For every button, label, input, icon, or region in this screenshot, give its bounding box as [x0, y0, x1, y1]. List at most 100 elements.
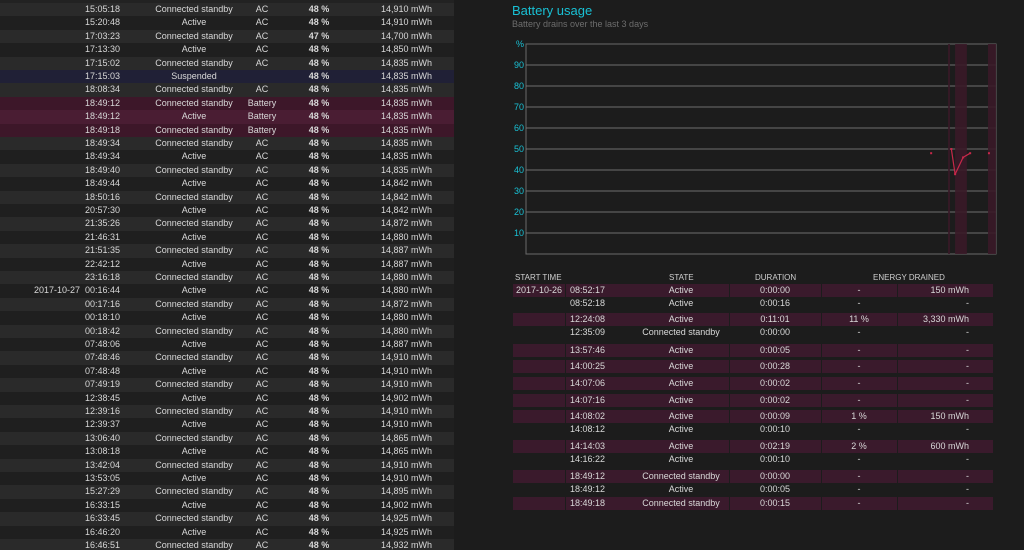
usage-state: Active [668, 314, 694, 324]
log-cap: 14,700 mWh [380, 30, 432, 41]
log-cap: 14,932 mWh [380, 540, 432, 550]
log-time: 21:35:26 [84, 218, 120, 229]
log-time: 00:16:44 [84, 285, 120, 296]
log-source: AC [255, 486, 269, 497]
usage-row: 12:24:08 Active 0:11:01 11 % 3,330 mWh [513, 313, 993, 326]
log-cap: 14,910 mWh [380, 406, 432, 416]
log-row: 17:15:03 Suspended 48 % 14,835 mWh [0, 70, 454, 84]
log-row: 13:53:05 Active AC 48 % 14,910 mWh [0, 472, 454, 486]
usage-row: 13:57:46 Active 0:00:05 - - [513, 344, 993, 357]
log-cap: 14,910 mWh [380, 4, 432, 14]
log-state: Connected standby [155, 325, 233, 336]
usage-mwh: - [966, 345, 969, 355]
battery-usage-title: Battery usage [512, 3, 593, 18]
log-source: AC [255, 272, 269, 282]
log-time: 21:51:35 [84, 245, 120, 256]
y-tick-label: 90 [514, 60, 524, 70]
log-source: AC [255, 30, 269, 41]
log-time: 07:48:06 [84, 339, 120, 349]
log-time: 12:39:16 [84, 406, 120, 416]
usage-duration: 0:00:02 [759, 378, 791, 388]
log-source: AC [255, 540, 269, 550]
log-pct: 48 % [308, 44, 330, 55]
log-time: 16:33:15 [84, 499, 120, 510]
usage-duration: 0:00:00 [759, 285, 791, 295]
usage-time: 13:57:46 [569, 345, 605, 355]
log-row: 17:15:02 Connected standby AC 48 % 14,835 mW… [0, 56, 454, 70]
drain-point [950, 148, 953, 150]
log-row: 13:08:18 Active AC 48 % 14,865 mWh [0, 445, 454, 459]
log-row: 18:49:12 Connected standby Battery 48 % 14,8… [0, 96, 454, 111]
log-state: Active [181, 111, 207, 122]
y-tick-label: 50 [514, 144, 524, 154]
log-row: 21:51:35 Connected standby AC 48 % 14,887 mW… [0, 244, 454, 258]
log-state: Connected standby [155, 352, 233, 363]
log-source: Battery [247, 124, 277, 135]
log-state: Connected standby [155, 218, 233, 229]
log-row: 21:46:31 Active AC 48 % 14,880 mWh [0, 230, 454, 245]
usage-state: Active [668, 361, 694, 371]
col-energy-drained: ENERGY DRAINED [873, 273, 945, 282]
log-state: Active [181, 419, 207, 430]
log-row: 07:48:46 Connected standby AC 48 % 14,910 mW… [0, 351, 454, 365]
usage-mwh: - [966, 327, 969, 337]
usage-mwh: 150 mWh [930, 411, 969, 421]
y-tick-label: 70 [514, 102, 524, 112]
usage-pct: - [857, 484, 861, 494]
log-state: Active [181, 473, 207, 483]
log-pct: 48 % [308, 352, 330, 363]
log-source: AC [255, 473, 269, 483]
log-pct: 48 % [308, 432, 330, 443]
log-source: AC [255, 164, 269, 175]
usage-time: 14:00:25 [569, 361, 605, 371]
usage-row: 14:08:12 Active 0:00:10 - - [513, 423, 993, 436]
usage-pct: - [857, 361, 861, 371]
log-row: 15:27:29 Connected standby AC 48 % 14,895 mW… [0, 485, 454, 499]
log-time: 00:18:10 [84, 312, 120, 323]
log-state: Connected standby [155, 245, 233, 256]
battery-band [988, 44, 996, 254]
usage-state: Active [668, 298, 694, 308]
log-row: 17:03:23 Connected standby AC 47 % 14,700 mW… [0, 29, 454, 44]
log-row: 21:35:26 Connected standby AC 48 % 14,872 mW… [0, 217, 454, 231]
log-source: AC [255, 231, 269, 242]
usage-time: 18:49:12 [569, 484, 605, 494]
log-state: Active [181, 365, 207, 376]
usage-time: 14:07:16 [569, 395, 605, 405]
log-cap: 14,835 mWh [380, 97, 432, 108]
log-source: AC [255, 499, 269, 510]
log-row: 18:49:18 Connected standby Battery 48 % 14,8… [0, 123, 454, 137]
usage-pct: 2 % [851, 441, 867, 451]
col-start-time: START TIME [515, 273, 562, 282]
log-state: Connected standby [155, 191, 233, 202]
log-state: Active [181, 312, 207, 323]
log-state: Suspended [171, 71, 217, 81]
log-pct: 48 % [308, 540, 330, 550]
log-time: 18:08:34 [84, 84, 120, 95]
log-pct: 48 % [308, 111, 330, 122]
usage-row: 18:49:12 Active 0:00:05 - - [513, 483, 993, 496]
log-source: AC [255, 245, 269, 256]
y-tick-label: 10 [514, 228, 524, 238]
log-source: AC [255, 151, 269, 162]
log-row: 07:49:19 Connected standby AC 48 % 14,910 mW… [0, 378, 454, 392]
log-cap: 14,835 mWh [380, 138, 432, 148]
log-source: AC [255, 526, 269, 537]
log-cap: 14,887 mWh [380, 339, 432, 349]
log-source: AC [255, 325, 269, 336]
log-cap: 14,910 mWh [380, 379, 432, 390]
log-source: AC [255, 205, 269, 215]
log-cap: 14,835 mWh [380, 124, 432, 135]
log-source: AC [255, 339, 269, 349]
battery-band [948, 44, 950, 254]
usage-row: 12:35:09 Connected standby 0:00:00 - - [513, 326, 993, 339]
log-pct: 48 % [308, 258, 330, 269]
log-pct: 48 % [308, 97, 330, 108]
log-pct: 48 % [308, 499, 330, 510]
usage-duration: 0:00:10 [759, 454, 791, 464]
log-cap: 14,835 mWh [380, 57, 432, 68]
log-pct: 48 % [308, 473, 330, 483]
log-time: 00:18:42 [84, 325, 120, 336]
log-cap: 14,910 mWh [380, 473, 432, 483]
log-pct: 48 % [308, 526, 330, 537]
